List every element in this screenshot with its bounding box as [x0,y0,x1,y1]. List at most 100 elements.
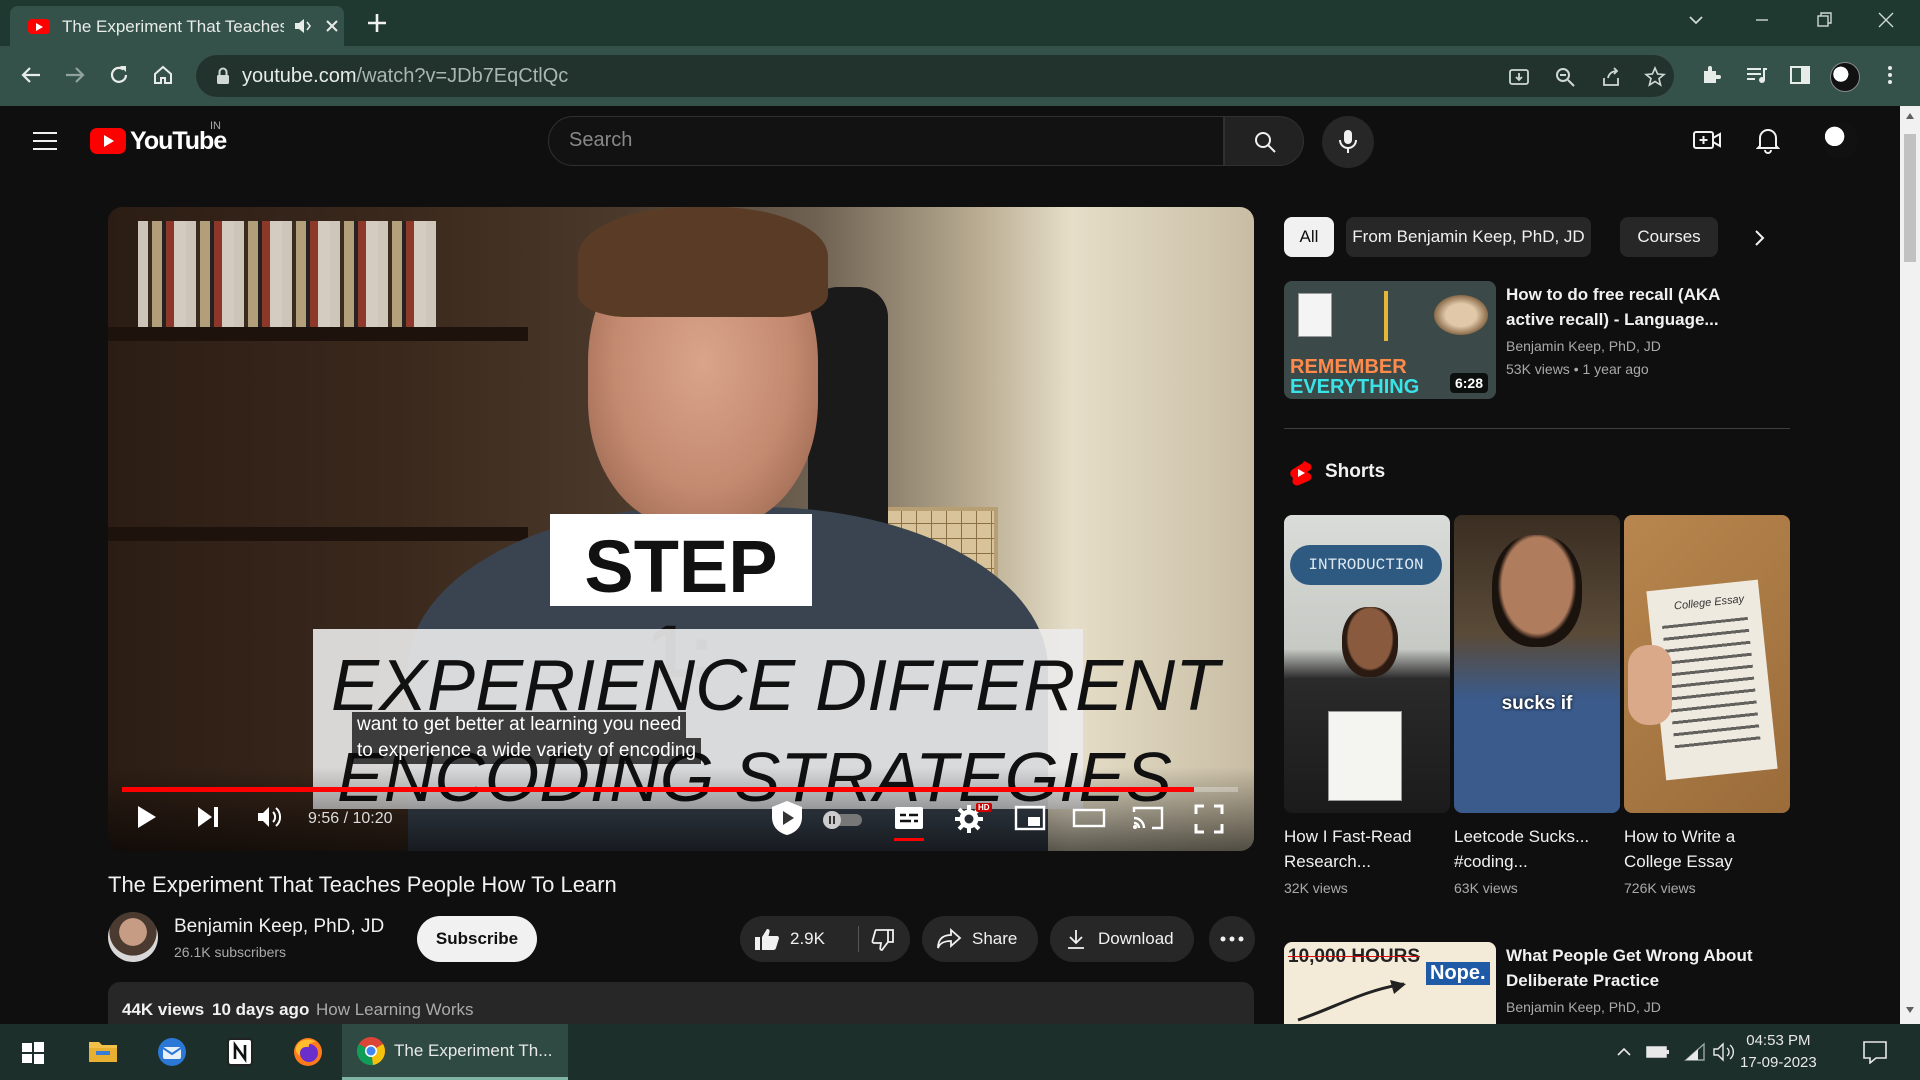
browser-toolbar: youtube.com/watch?v=JDb7EqCtlQc [0,46,1920,106]
zoom-icon[interactable] [1554,66,1576,88]
subtitles-cc-icon[interactable] [894,804,924,832]
recommendation-title[interactable]: What People Get Wrong About Deliberate P… [1506,943,1752,993]
channel-avatar[interactable] [108,912,158,962]
tray-overflow-chevron-icon[interactable] [1616,1046,1632,1058]
youtube-logo[interactable]: YouTube IN [90,120,227,155]
miniplayer-icon[interactable] [1014,804,1046,832]
wifi-icon[interactable] [1684,1042,1706,1062]
thumb-text-nope: Nope. [1426,962,1490,985]
recommendation-thumbnail[interactable]: 10,000 HOURS Nope. [1284,942,1496,1024]
browser-tab[interactable]: The Experiment That Teaches [10,6,344,46]
account-avatar[interactable] [1822,122,1858,158]
media-queue-icon[interactable] [1744,63,1768,87]
extensions-puzzle-icon[interactable] [1700,63,1724,87]
scroll-down-arrow-icon[interactable] [1905,1006,1915,1014]
like-button[interactable]: 2.9K [740,916,858,962]
upload-age: 10 days ago [212,1000,310,1019]
essay-lines [1662,616,1762,756]
short-views: 726K views [1624,880,1696,896]
address-bar[interactable]: youtube.com/watch?v=JDb7EqCtlQc [196,55,1674,97]
short-title[interactable]: Leetcode Sucks... #coding... [1454,824,1614,874]
profile-avatar[interactable] [1830,62,1860,92]
subscribe-button[interactable]: Subscribe [417,916,537,962]
tab-close-icon[interactable] [324,18,340,34]
search-button[interactable] [1224,116,1304,166]
bookmark-star-icon[interactable] [1644,66,1666,88]
video-player[interactable]: STEP 1: EXPERIENCE DIFFERENT ENCODING ST… [108,207,1254,851]
chip-all[interactable]: All [1284,217,1334,257]
restore-window-icon[interactable] [1814,10,1834,30]
file-explorer-icon[interactable] [88,1038,118,1064]
recommendation-title[interactable]: How to do free recall (AKA active recall… [1506,282,1720,332]
recommendation-menu-icon[interactable] [1774,284,1780,306]
home-icon[interactable] [152,64,174,86]
recommendation-channel[interactable]: Benjamin Keep, PhD, JD [1506,999,1661,1015]
fullscreen-icon[interactable] [1194,804,1224,834]
recommendation-channel[interactable]: Benjamin Keep, PhD, JD [1506,338,1661,354]
minimize-window-icon[interactable] [1752,10,1772,30]
search-input[interactable] [569,129,1189,152]
taskbar-chrome-window[interactable]: The Experiment Th... [342,1024,568,1080]
windows-start-icon[interactable] [22,1042,44,1064]
play-icon[interactable] [134,804,158,830]
hd-badge: HD [976,803,992,812]
share-button[interactable]: Share [922,916,1038,962]
share-page-icon[interactable] [1600,66,1622,88]
download-button[interactable]: Download [1050,916,1194,962]
closed-captions: want to get better at learning you need … [352,712,702,764]
presenter-hair [578,207,828,317]
battery-icon[interactable] [1646,1044,1670,1060]
more-actions-button[interactable] [1209,916,1255,962]
back-arrow-icon[interactable] [20,64,42,86]
system-clock[interactable]: 04:53 PM 17-09-2023 [1740,1030,1817,1074]
short-title[interactable]: How to Write a College Essay [1624,824,1784,874]
short-badge: College Essay [1673,593,1745,613]
volume-icon[interactable] [256,804,284,830]
notion-icon[interactable] [226,1037,254,1067]
description-tags[interactable]: How Learning Works [316,1000,473,1020]
shield-play-icon[interactable] [768,799,806,837]
short-thumbnail[interactable]: sucks if [1454,515,1620,813]
tab-search-chevron-icon[interactable] [1686,10,1706,30]
caption-line: to experience a wide variety of encoding [352,738,702,764]
mail-app-icon[interactable] [156,1036,188,1068]
notifications-bell-icon[interactable] [1756,126,1780,154]
cast-icon[interactable] [1132,804,1166,832]
bookshelf-books [138,221,438,327]
scroll-thumb[interactable] [1904,134,1916,262]
short-badge: sucks if [1501,693,1573,714]
forward-arrow-icon[interactable] [64,64,86,86]
progress-bar[interactable] [122,787,1238,792]
reload-icon[interactable] [108,64,130,86]
channel-name[interactable]: Benjamin Keep, PhD, JD [174,916,384,938]
create-video-icon[interactable] [1692,128,1722,152]
close-window-icon[interactable] [1876,10,1896,30]
new-tab-plus-icon[interactable] [366,12,388,34]
shorts-heading: Shorts [1325,461,1386,482]
lock-icon[interactable] [216,67,230,85]
hamburger-menu-icon[interactable] [32,130,58,152]
firefox-icon[interactable] [292,1036,324,1068]
autoplay-toggle[interactable] [822,810,864,830]
speaker-audio-icon[interactable] [294,18,312,34]
chip-from-channel[interactable]: From Benjamin Keep, PhD, JD [1346,217,1591,257]
volume-tray-icon[interactable] [1712,1042,1736,1062]
install-app-icon[interactable] [1508,66,1530,88]
notification-center-icon[interactable] [1862,1040,1888,1064]
short-thumbnail[interactable]: College Essay [1624,515,1790,813]
recommendation-thumbnail[interactable]: REMEMBER EVERYTHING 6:28 [1284,281,1496,399]
side-panel-icon[interactable] [1788,63,1812,87]
more-options-icon[interactable] [1882,63,1898,87]
voice-search-button[interactable] [1322,116,1374,168]
next-video-icon[interactable] [196,804,220,830]
thumb-text-everything: EVERYTHING [1290,376,1420,398]
scroll-up-arrow-icon[interactable] [1905,112,1915,120]
chips-next-chevron-icon[interactable] [1750,228,1768,248]
page-scrollbar[interactable] [1900,106,1920,1024]
dislike-button[interactable] [859,916,910,962]
short-title[interactable]: How I Fast-Read Research... [1284,824,1444,874]
short-thumbnail[interactable]: INTRODUCTION [1284,515,1450,813]
chip-courses[interactable]: Courses [1620,217,1718,257]
theater-mode-icon[interactable] [1072,804,1106,832]
view-count: 44K views [122,1000,205,1019]
